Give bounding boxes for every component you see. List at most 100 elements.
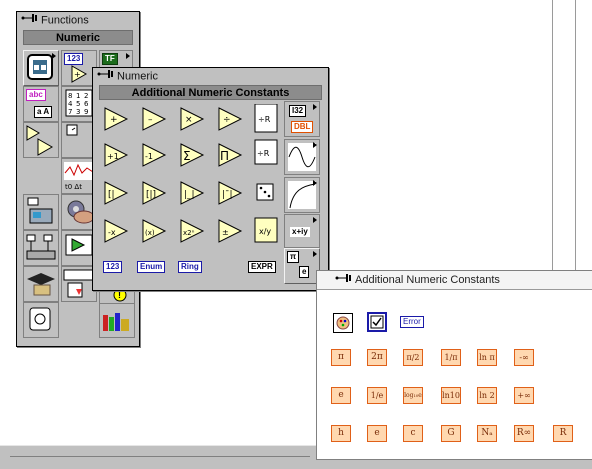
increment-vi-icon: +1 xyxy=(104,143,129,167)
error-ring-const[interactable]: Error xyxy=(400,316,424,328)
i32-icon: I32 xyxy=(289,105,307,117)
additional-constants-cell[interactable]: π e xyxy=(284,248,320,284)
floor-vi-icon: |_| xyxy=(180,181,205,205)
svg-text:5: 5 xyxy=(76,100,80,108)
submenu-arrow-icon xyxy=(52,53,56,59)
svg-text:[|: [| xyxy=(108,190,115,200)
listbox-symbol-const[interactable] xyxy=(367,312,387,332)
svg-text:!: ! xyxy=(118,290,121,300)
svg-text:2: 2 xyxy=(84,92,88,100)
conversion-cell[interactable]: I32 DBL xyxy=(284,101,320,137)
svg-text:-x: -x xyxy=(108,228,116,237)
two-pi-const[interactable]: 2π xyxy=(367,349,387,366)
ln-pi-const[interactable]: ln π xyxy=(477,349,497,366)
fn-select-vi-cell[interactable] xyxy=(23,302,59,338)
dbl-icon: DBL xyxy=(291,121,314,133)
pi-const[interactable]: π xyxy=(331,349,351,366)
svg-text:±: ± xyxy=(222,228,229,237)
product-vi-icon: Π xyxy=(218,143,243,167)
round-neg-vi-icon: [|] xyxy=(142,181,167,205)
svg-text:6: 6 xyxy=(84,100,89,108)
functions-titlebar[interactable]: Functions xyxy=(17,12,139,29)
svg-text:+: + xyxy=(110,115,118,125)
scrollbar-track-left xyxy=(10,456,310,457)
trig-cell[interactable] xyxy=(284,139,320,175)
anc-titlebar[interactable]: Additional Numeric Constants xyxy=(317,271,592,290)
neg-infinity-const[interactable]: -∞ xyxy=(514,349,534,366)
svg-text:x/y: x/y xyxy=(259,227,271,236)
expr-node-tag[interactable]: EXPR xyxy=(248,261,276,273)
numeric-const-tag[interactable]: 123 xyxy=(103,261,123,273)
scale-vi-icon: x/y xyxy=(254,217,278,243)
color-box-const[interactable] xyxy=(333,313,353,333)
string-icon: abc xyxy=(26,89,46,101)
add-vi-icon: + xyxy=(104,107,129,131)
e-const[interactable]: e xyxy=(331,387,351,404)
graduation-cap-icon xyxy=(27,273,55,296)
ring-const-tag[interactable]: Ring xyxy=(178,261,202,273)
rydberg-const[interactable]: R∞ xyxy=(514,425,534,442)
complex-cell[interactable]: x+iy xyxy=(284,214,320,248)
fn-string-cell[interactable]: abc a A xyxy=(23,86,59,122)
array-icon: 8 1 2 4 5 6 7 3 9 xyxy=(65,89,93,117)
avogadro-const[interactable]: Nₐ xyxy=(477,425,497,442)
svg-text:×: × xyxy=(185,115,193,125)
one-over-pi-const[interactable]: 1/π xyxy=(441,349,461,366)
submenu-arrow-icon xyxy=(313,217,317,223)
svg-text:3: 3 xyxy=(76,108,80,116)
fn-comparison-cell[interactable] xyxy=(23,122,59,158)
svg-text:+: + xyxy=(74,70,81,79)
waveform-icon: t0 Δt xyxy=(64,162,94,191)
submenu-arrow-icon xyxy=(126,53,130,59)
gears-icon xyxy=(67,200,95,224)
pos-infinity-const[interactable]: +∞ xyxy=(514,387,534,404)
fn-numeric-cell[interactable] xyxy=(23,50,59,86)
select-vi-icon xyxy=(29,307,51,331)
pi-over-two-const[interactable]: π/2 xyxy=(403,349,423,366)
numeric-title: Numeric xyxy=(117,70,158,83)
ln10-const[interactable]: ln10 xyxy=(441,387,461,404)
svg-text:8: 8 xyxy=(68,92,72,100)
functions-title: Functions xyxy=(41,14,89,27)
subtract-vi-icon: – xyxy=(142,107,167,131)
fn-io-cell[interactable] xyxy=(23,194,59,230)
svg-text:÷R: ÷R xyxy=(258,115,271,124)
tf-icon: TF xyxy=(102,53,118,65)
pin-icon[interactable] xyxy=(335,271,353,289)
multiply-vi-icon: × xyxy=(180,107,205,131)
svg-text:÷R: ÷R xyxy=(257,149,270,158)
pin-icon[interactable] xyxy=(21,12,39,29)
log10-e-const[interactable]: log₁₀e xyxy=(403,387,423,404)
planck-const[interactable]: h xyxy=(331,425,351,442)
elementary-charge-const[interactable]: e xyxy=(367,425,387,442)
numeric-header: Additional Numeric Constants xyxy=(99,85,322,100)
log-cell[interactable] xyxy=(284,177,320,213)
pi-icon: π xyxy=(287,251,300,263)
sum-vi-icon: Σ xyxy=(180,143,205,167)
numeric-titlebar[interactable]: Numeric xyxy=(93,68,328,85)
fn-communication-cell[interactable] xyxy=(23,230,59,266)
svg-text:–: – xyxy=(148,115,153,125)
random-dice-icon xyxy=(256,183,274,201)
power-vi-icon: x2ⁿ xyxy=(180,219,205,243)
molar-gas-const[interactable]: R xyxy=(553,425,573,442)
gravitational-const[interactable]: G xyxy=(441,425,461,442)
one-over-e-const[interactable]: 1/e xyxy=(367,387,387,404)
submenu-arrow-icon xyxy=(313,104,317,110)
pin-icon[interactable] xyxy=(97,68,115,85)
sign-vi-icon: ± xyxy=(218,219,243,243)
reciprocal-vi-icon: (x) xyxy=(142,219,167,243)
svg-text:[|]: [|] xyxy=(146,190,156,200)
ln2-const[interactable]: ln 2 xyxy=(477,387,497,404)
fn-tutorial-cell[interactable] xyxy=(23,266,59,302)
complex-icon: x+iy xyxy=(289,226,311,238)
submenu-arrow-icon xyxy=(313,142,317,148)
round-vi-icon: [| xyxy=(104,181,129,205)
speed-of-light-const[interactable]: c xyxy=(403,425,423,442)
submenu-arrow-icon xyxy=(313,180,317,186)
enum-const-tag[interactable]: Enum xyxy=(137,261,166,273)
svg-text:1: 1 xyxy=(76,92,80,100)
svg-text:t0 Δt: t0 Δt xyxy=(65,183,82,191)
fn-library-cell[interactable] xyxy=(99,302,135,338)
ceil-vi-icon: |¯| xyxy=(218,181,243,205)
